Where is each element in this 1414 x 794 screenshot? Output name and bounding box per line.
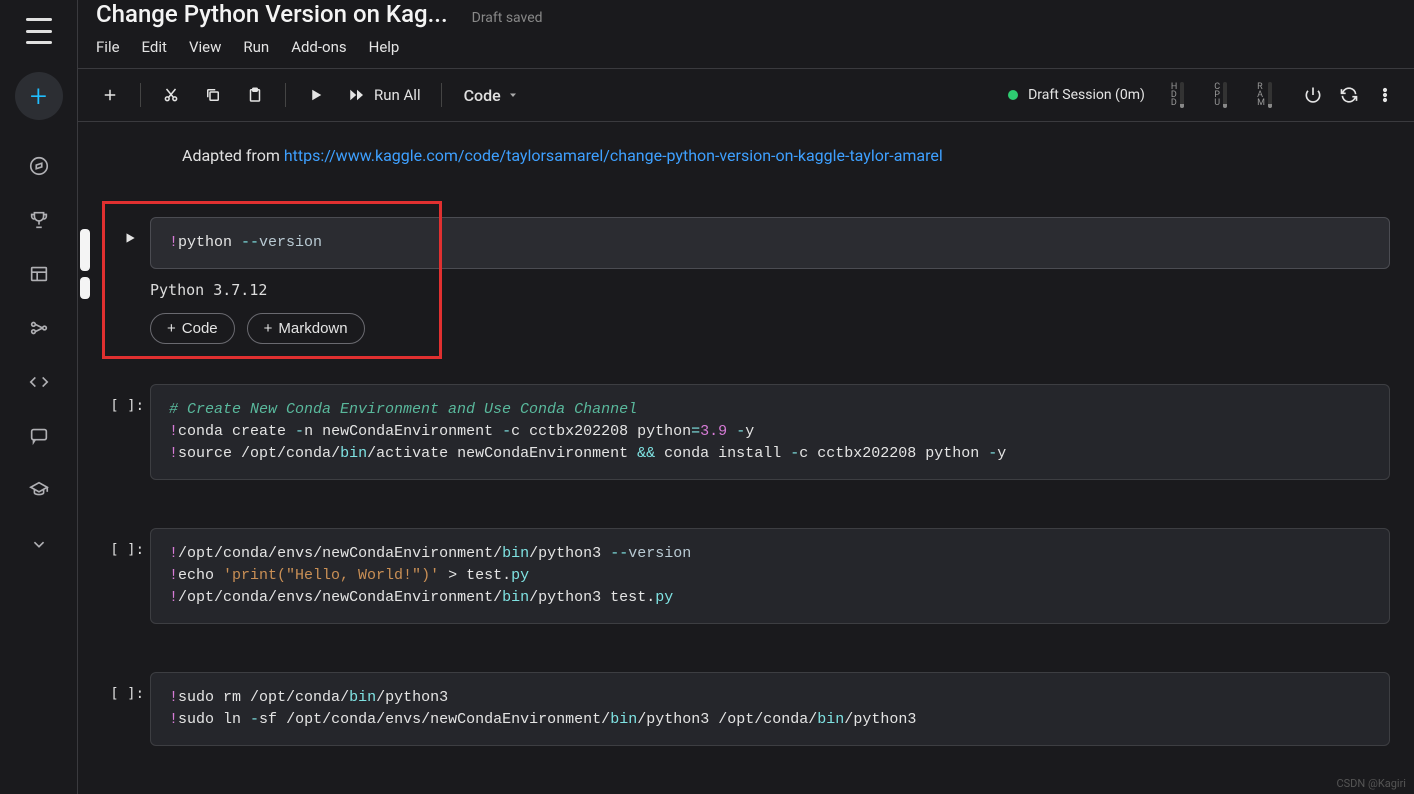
add-code-button[interactable]: +Code <box>150 313 235 344</box>
menu-file[interactable]: File <box>96 38 120 56</box>
code-editor[interactable]: !/opt/conda/envs/newCondaEnvironment/bin… <box>150 528 1390 624</box>
menu-addons[interactable]: Add-ons <box>291 38 346 56</box>
notebook-content: Adapted from https://www.kaggle.com/code… <box>78 122 1414 794</box>
code-editor[interactable]: !sudo rm /opt/conda/bin/python3 !sudo ln… <box>150 672 1390 746</box>
trophy-icon[interactable] <box>19 200 59 240</box>
cut-button[interactable] <box>153 77 189 113</box>
code-editor[interactable]: !python --version <box>150 217 1390 269</box>
add-cell-button[interactable] <box>92 77 128 113</box>
session-text: Draft Session (0m) <box>1028 87 1145 103</box>
code-cell: !python --version Python 3.7.12 +Code +M… <box>102 217 1390 344</box>
menu-run[interactable]: Run <box>243 38 269 56</box>
more-icon[interactable] <box>1370 80 1400 110</box>
ram-meter: RAM <box>1257 82 1272 108</box>
main-area: Change Python Version on Kag... Draft sa… <box>78 0 1414 794</box>
menu-help[interactable]: Help <box>369 38 400 56</box>
watermark: CSDN @Kagiri <box>1336 777 1406 790</box>
run-all-button[interactable]: Run All <box>340 86 429 104</box>
left-nav-rail: + <box>0 0 78 794</box>
exec-prompt: [ ]: <box>110 384 150 414</box>
cpu-meter: CPU <box>1214 82 1227 108</box>
paste-button[interactable] <box>237 77 273 113</box>
hdd-meter: HDD <box>1171 82 1184 108</box>
power-icon[interactable] <box>1298 80 1328 110</box>
code-icon[interactable] <box>19 362 59 402</box>
copy-button[interactable] <box>195 77 231 113</box>
save-status: Draft saved <box>472 10 543 26</box>
session-status[interactable]: Draft Session (0m) <box>1008 87 1145 103</box>
notebook-header: Change Python Version on Kag... Draft sa… <box>78 0 1414 28</box>
run-all-label: Run All <box>374 86 421 104</box>
hamburger-icon[interactable] <box>26 18 52 44</box>
learn-icon[interactable] <box>19 470 59 510</box>
notebook-title[interactable]: Change Python Version on Kag... <box>96 0 448 28</box>
intro-link[interactable]: https://www.kaggle.com/code/taylorsamare… <box>284 146 943 165</box>
celltype-label: Code <box>464 86 501 105</box>
chevron-down-icon[interactable] <box>19 524 59 564</box>
refresh-icon[interactable] <box>1334 80 1364 110</box>
add-markdown-button[interactable]: +Markdown <box>247 313 365 344</box>
run-cell-button[interactable] <box>298 77 334 113</box>
model-icon[interactable] <box>19 308 59 348</box>
session-dot-icon <box>1008 90 1018 100</box>
compass-icon[interactable] <box>19 146 59 186</box>
menu-bar: File Edit View Run Add-ons Help <box>78 28 1414 68</box>
menu-view[interactable]: View <box>189 38 221 56</box>
code-cell: [ ]: # Create New Conda Environment and … <box>102 384 1390 480</box>
code-cell: [ ]: !sudo rm /opt/conda/bin/python3 !su… <box>102 672 1390 746</box>
exec-prompt: [ ]: <box>110 528 150 558</box>
discuss-icon[interactable] <box>19 416 59 456</box>
table-icon[interactable] <box>19 254 59 294</box>
code-editor[interactable]: # Create New Conda Environment and Use C… <box>150 384 1390 480</box>
toolbar: Run All Code Draft Session (0m) HDD CPU … <box>78 68 1414 122</box>
cell-run-button[interactable] <box>110 217 150 245</box>
cell-output: Python 3.7.12 <box>150 281 1390 299</box>
menu-edit[interactable]: Edit <box>142 38 167 56</box>
exec-prompt: [ ]: <box>110 672 150 702</box>
celltype-select[interactable]: Code <box>454 86 529 105</box>
cell-drag-handle[interactable] <box>80 229 90 299</box>
code-cell: [ ]: !/opt/conda/envs/newCondaEnvironmen… <box>102 528 1390 624</box>
intro-text: Adapted from https://www.kaggle.com/code… <box>182 146 1390 165</box>
create-button[interactable]: + <box>15 72 63 120</box>
